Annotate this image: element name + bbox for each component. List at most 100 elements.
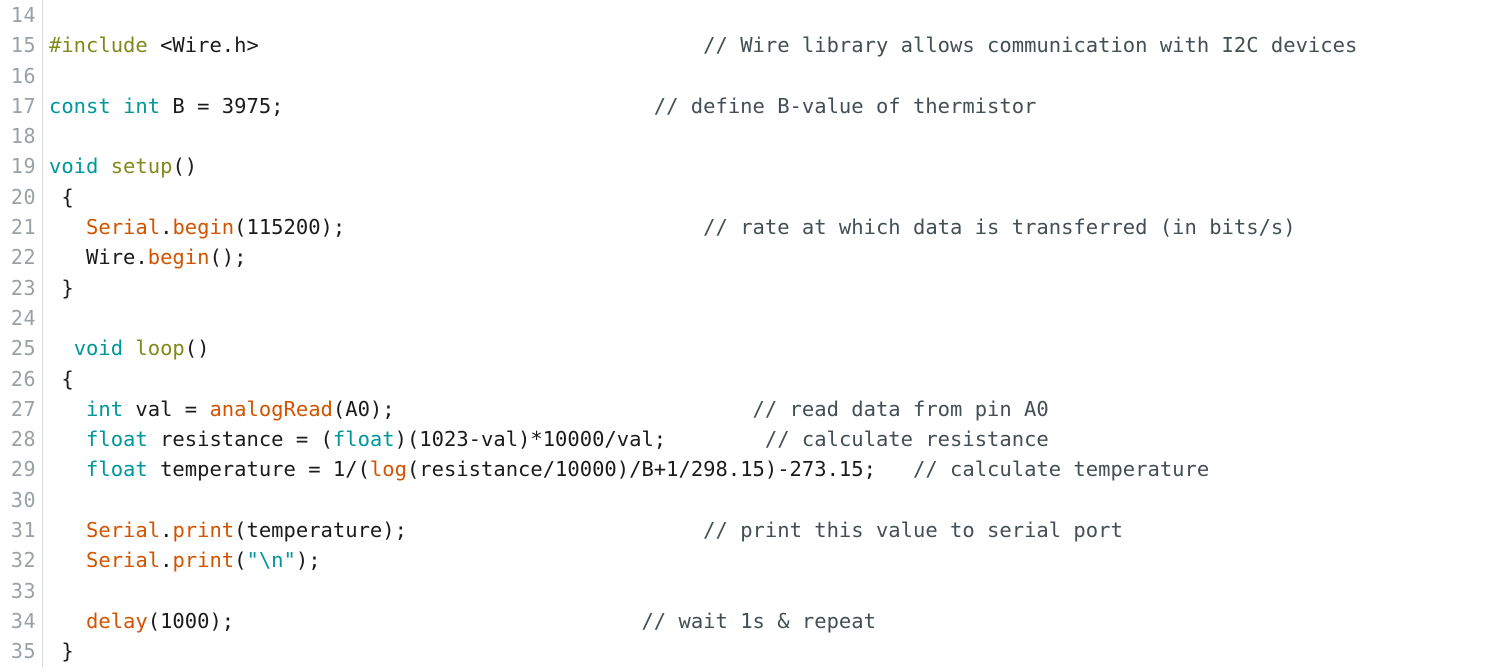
code-token-funcname: loop xyxy=(135,336,185,361)
line-number: 25 xyxy=(10,336,36,361)
code-token-comment: // define B-value of thermistor xyxy=(653,93,1037,118)
code-token-plain: (1000); xyxy=(147,608,235,633)
code-line[interactable]: 17 const int B = 3975; // define B-value … xyxy=(0,90,1500,122)
code-line[interactable]: 30 xyxy=(0,484,1500,516)
code-line[interactable]: 33 xyxy=(0,575,1500,606)
code-line-content[interactable]: delay(1000); // wait 1s & repeat xyxy=(43,606,1500,636)
code-line-content[interactable]: float resistance = (float)(1023-val)*100… xyxy=(43,424,1500,454)
line-number: 18 xyxy=(10,124,36,149)
code-token-keyword: int xyxy=(123,93,161,118)
code-line[interactable]: 18 xyxy=(0,121,1500,152)
code-line-content[interactable]: } xyxy=(43,636,1500,666)
code-token-comment: // Wire library allows communication wit… xyxy=(703,33,1358,58)
code-line[interactable]: 35 } xyxy=(0,636,1500,667)
gutter-divider xyxy=(42,575,43,606)
code-line-content[interactable]: Wire.begin(); xyxy=(43,242,1500,272)
code-token-plain: (115200); xyxy=(234,215,346,240)
line-number: 35 xyxy=(10,639,36,664)
code-token-plain: . xyxy=(160,518,173,543)
code-line[interactable]: 34 delay(1000); // wait 1s & repeat xyxy=(0,605,1500,637)
code-line[interactable]: 23 } xyxy=(0,272,1500,303)
code-line[interactable]: 26 { xyxy=(0,363,1500,394)
code-token-plain: (temperature); xyxy=(234,518,407,543)
code-token-plain: { xyxy=(49,366,74,391)
line-number: 28 xyxy=(10,427,36,452)
code-token-plain: . xyxy=(160,548,173,573)
code-token-plain: )(1023-val)*10000/val; xyxy=(394,427,667,452)
line-number: 16 xyxy=(10,63,36,88)
code-line[interactable]: 27 int val = analogRead(A0); // read dat… xyxy=(0,393,1500,425)
code-line[interactable]: 28 float resistance = (float)(1023-val)*… xyxy=(0,424,1500,455)
code-line-content[interactable]: Serial.begin(115200); // rate at which d… xyxy=(43,212,1500,242)
code-token-keyword: float xyxy=(86,457,148,482)
code-token-function: begin xyxy=(147,245,210,270)
code-line[interactable]: 21 Serial.begin(115200); // rate at whic… xyxy=(0,212,1500,243)
code-line[interactable]: 31 Serial.print(temperature); // print t… xyxy=(0,515,1500,546)
code-line-content[interactable]: { xyxy=(43,182,1500,212)
code-line-content[interactable]: void loop() xyxy=(43,333,1500,363)
code-line-content[interactable]: Serial.print("\n"); xyxy=(43,545,1500,575)
code-line[interactable]: 29 float temperature = 1/(log(resistance… xyxy=(0,454,1500,485)
code-token-plain: B = 3975; xyxy=(160,93,284,118)
code-line-content[interactable]: float temperature = 1/(log(resistance/10… xyxy=(43,454,1500,484)
gutter-divider xyxy=(42,121,43,152)
line-number: 23 xyxy=(10,275,36,300)
code-line[interactable]: 24 xyxy=(0,302,1500,334)
gutter-divider xyxy=(42,60,43,91)
line-number: 22 xyxy=(10,245,36,270)
code-token-keyword: float xyxy=(332,427,395,452)
code-token-function: print xyxy=(172,548,235,573)
code-editor[interactable]: 14 15 #include <Wire.h> // Wire library al… xyxy=(0,0,1500,672)
line-number: 17 xyxy=(10,93,36,118)
code-token-comment: // read data from pin A0 xyxy=(752,396,1049,421)
code-token-plain: (A0); xyxy=(332,396,395,421)
code-token-plain: ( xyxy=(234,548,247,573)
code-line-content[interactable]: #include <Wire.h> // Wire library allows… xyxy=(43,30,1500,60)
gutter-divider xyxy=(42,302,43,334)
code-line-content[interactable]: int val = analogRead(A0); // read data f… xyxy=(43,394,1500,424)
code-line[interactable]: 14 xyxy=(0,0,1500,31)
code-line-content[interactable]: } xyxy=(43,273,1500,303)
code-token-plain: () xyxy=(172,154,198,179)
code-lines-container[interactable]: 14 15 #include <Wire.h> // Wire library al… xyxy=(0,0,1500,667)
line-number: 20 xyxy=(10,184,36,209)
code-token-comment: // wait 1s & repeat xyxy=(641,608,876,633)
code-token-plain: resistance = ( xyxy=(147,427,333,452)
code-line[interactable]: 22 Wire.begin(); xyxy=(0,242,1500,273)
code-line[interactable]: 16 xyxy=(0,60,1500,91)
code-line-content[interactable]: void setup() xyxy=(43,151,1500,181)
code-line[interactable]: 32 Serial.print("\n"); xyxy=(0,545,1500,576)
code-line-content[interactable]: Serial.print(temperature); // print this… xyxy=(43,515,1500,545)
code-token-plain: . xyxy=(160,215,173,240)
code-token-comment: // calculate temperature xyxy=(912,457,1210,482)
code-token-comment: // print this value to serial port xyxy=(703,518,1123,543)
code-line[interactable]: 15 #include <Wire.h> // Wire library allo… xyxy=(0,30,1500,61)
code-line[interactable]: 25 void loop() xyxy=(0,333,1500,364)
code-token-string: "\n" xyxy=(246,548,296,573)
code-token-plain: temperature = 1/( xyxy=(147,457,370,482)
code-line[interactable]: 19 void setup() xyxy=(0,151,1500,182)
code-line-content[interactable]: const int B = 3975; // define B-value of… xyxy=(43,91,1500,121)
code-token-function: log xyxy=(369,457,407,482)
code-token-comment: // calculate resistance xyxy=(764,427,1049,452)
code-line[interactable]: 20 { xyxy=(0,181,1500,213)
line-number: 27 xyxy=(10,396,36,421)
code-token-function: analogRead xyxy=(209,396,333,421)
code-token-plain: () xyxy=(184,336,210,361)
code-line-content[interactable]: { xyxy=(43,364,1500,394)
code-token-plain: Wire. xyxy=(49,245,148,270)
